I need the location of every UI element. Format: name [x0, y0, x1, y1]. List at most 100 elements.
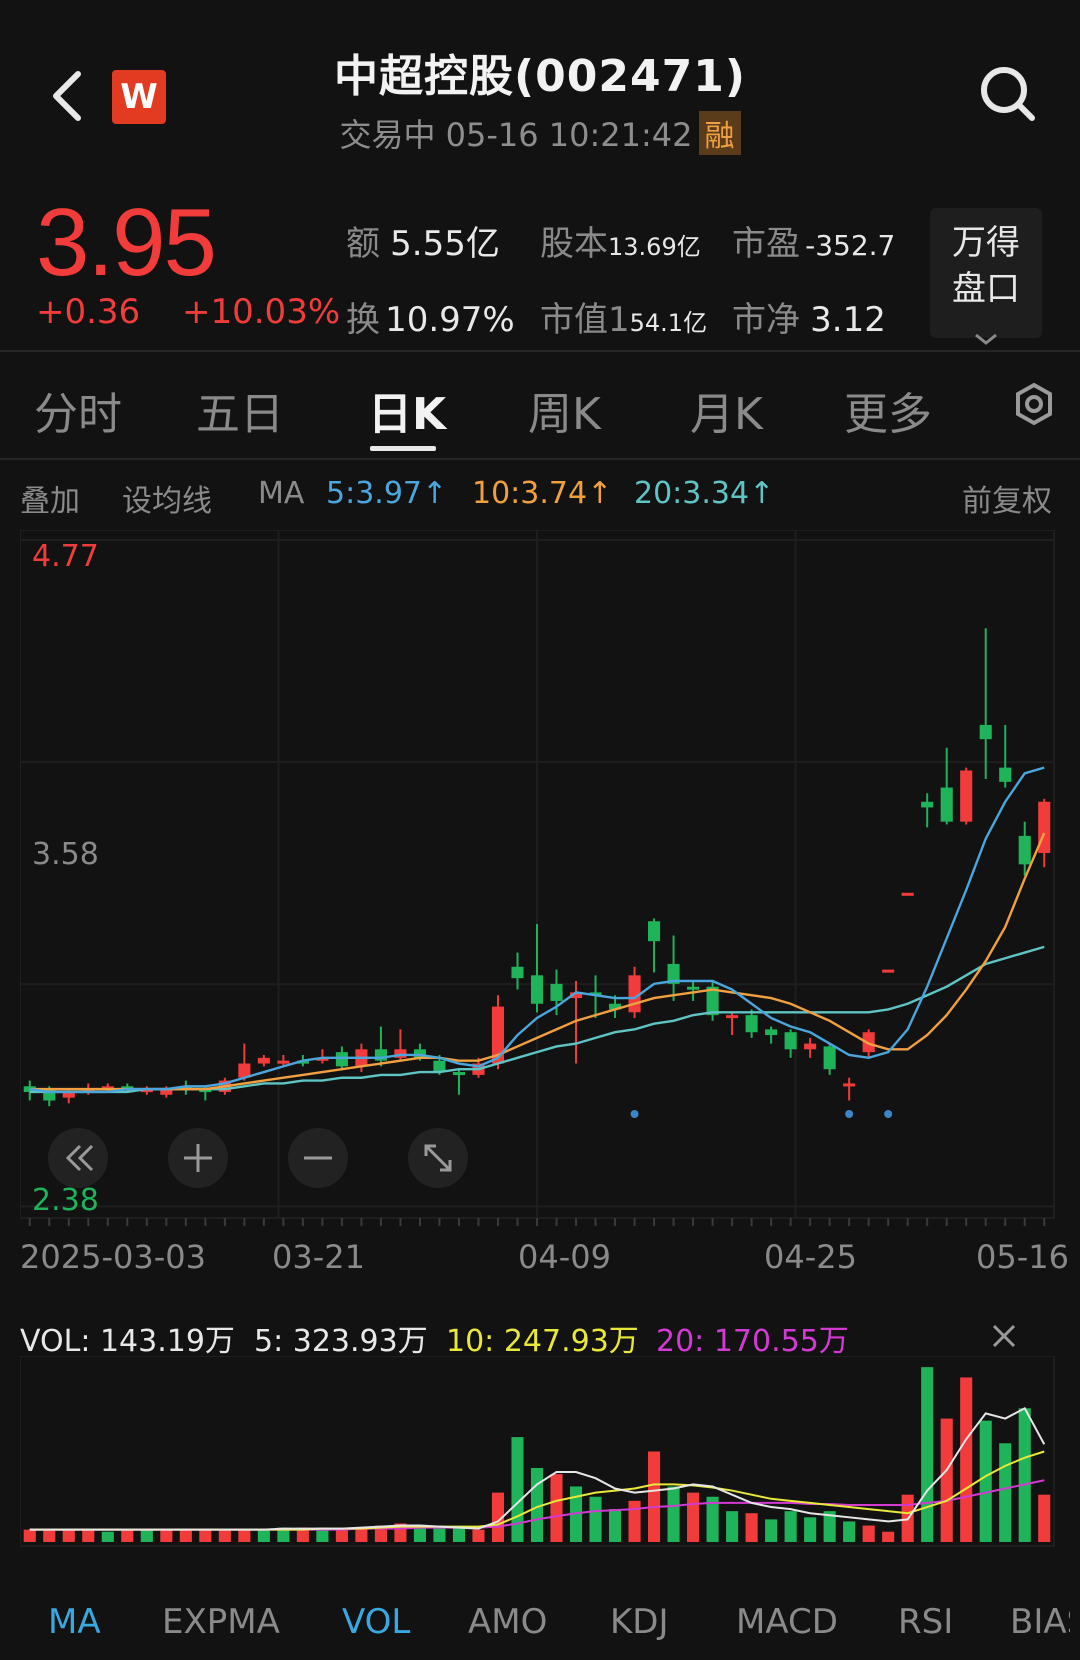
tab-daily-k[interactable]: 日K	[368, 378, 446, 442]
tab-weekly-k[interactable]: 周K	[528, 378, 601, 442]
candle-body	[921, 801, 934, 808]
indicator-tab-rsi[interactable]: RSI	[898, 1602, 953, 1642]
ma5-value: 5:3.97↑	[326, 476, 448, 511]
candle-body	[648, 921, 661, 942]
status-text: 交易中 05-16 10:21:42	[339, 116, 693, 154]
tab-monthly-k[interactable]: 月K	[690, 378, 763, 442]
candle-body	[784, 1032, 797, 1050]
candle-body	[999, 767, 1012, 782]
candle	[823, 1043, 836, 1075]
ma-label: MA	[258, 476, 305, 511]
candle-body	[530, 975, 544, 1004]
search-button[interactable]	[978, 64, 1038, 124]
x-label: 2025-03-03	[20, 1238, 206, 1276]
zoom-out-button[interactable]	[288, 1128, 348, 1188]
chevron-down-icon	[975, 333, 997, 345]
candle	[648, 918, 661, 973]
candle	[979, 628, 992, 779]
page-title: 中超控股(002471)	[334, 51, 746, 102]
volume-chart[interactable]	[20, 1356, 1062, 1548]
set-ma-button[interactable]: 设均线	[122, 476, 212, 520]
stat-pe: 市盈 -352.7	[732, 224, 896, 264]
y-max-label: 4.77	[32, 539, 99, 574]
candle-body	[726, 1015, 739, 1019]
indicator-tab-expma[interactable]: EXPMA	[162, 1602, 280, 1642]
candle	[901, 892, 914, 896]
last-price: 3.95	[36, 189, 217, 296]
candle-body	[960, 770, 973, 822]
active-tab-indicator	[370, 446, 436, 451]
rewind-icon	[65, 1144, 94, 1172]
indicator-tab-kdj[interactable]: KDJ	[610, 1602, 669, 1642]
indicator-tab-vol[interactable]: VOL	[342, 1602, 410, 1642]
volume-bar	[160, 1529, 173, 1542]
ma20-value: 20:3.34↑	[634, 476, 775, 511]
overlay-button[interactable]: 叠加	[20, 476, 80, 520]
volume-bar	[433, 1527, 446, 1542]
tab-intraday[interactable]: 分时	[34, 378, 122, 442]
indicator-tab-macd[interactable]: MACD	[736, 1602, 838, 1642]
close-volume-button[interactable]	[990, 1322, 1018, 1354]
volume-bar	[726, 1511, 739, 1542]
vol-ma10-value: 10: 247.93万	[446, 1324, 639, 1359]
indicator-tab-bias[interactable]: BIAS	[1010, 1602, 1070, 1642]
search-icon	[981, 67, 1035, 121]
tab-five-day[interactable]: 五日	[196, 378, 284, 442]
volume-bar	[765, 1519, 778, 1542]
expand-button[interactable]	[408, 1128, 468, 1188]
volume-bar	[608, 1509, 622, 1542]
volume-bar	[218, 1529, 231, 1542]
volume-bar	[472, 1529, 485, 1542]
candle-body	[687, 986, 700, 990]
tab-more[interactable]: 更多	[844, 378, 932, 442]
stat-amount: 额 5.55亿	[346, 224, 500, 264]
close-icon	[992, 1324, 1016, 1348]
volume-bar	[589, 1496, 602, 1542]
volume-bar	[413, 1527, 426, 1542]
signal-dot	[884, 1110, 893, 1118]
wind-orderbook-button[interactable]: 万得 盘口	[930, 208, 1042, 345]
volume-bar	[687, 1492, 700, 1542]
volume-bar	[179, 1529, 192, 1542]
candle	[745, 1009, 758, 1038]
adjust-mode-button[interactable]: 前复权	[962, 476, 1052, 520]
candle	[940, 747, 953, 825]
candle	[452, 1069, 466, 1095]
price-change-pct: +10.03%	[182, 292, 341, 332]
candle	[316, 1049, 329, 1064]
candle	[628, 966, 641, 1018]
volume-bar	[511, 1437, 524, 1542]
signal-dot	[845, 1110, 854, 1118]
rewind-button[interactable]	[48, 1128, 108, 1188]
stat-shares: 股本13.69亿	[540, 224, 701, 264]
volume-bar	[804, 1517, 817, 1542]
candle-body	[452, 1072, 466, 1076]
candle-body	[511, 966, 524, 979]
volume-bar	[1018, 1408, 1031, 1542]
x-label: 04-25	[764, 1238, 857, 1276]
volume-bar	[921, 1367, 934, 1542]
candle-body	[843, 1083, 856, 1087]
candlestick-chart[interactable]: 4.77 3.58 2.38	[20, 530, 1062, 1230]
volume-bar	[82, 1529, 95, 1542]
x-label: 05-16	[976, 1238, 1069, 1276]
volume-bar	[960, 1377, 973, 1542]
volume-bar	[140, 1529, 153, 1542]
indicator-tab-amo[interactable]: AMO	[468, 1602, 547, 1642]
volume-bar	[335, 1529, 348, 1542]
candle	[706, 981, 719, 1021]
chart-settings-button[interactable]	[1012, 382, 1056, 426]
candle-body	[277, 1060, 290, 1064]
vol-ma5-value: 5: 323.93万	[254, 1324, 428, 1359]
wande-label-2: 盘口	[952, 269, 1020, 309]
candle-body	[901, 892, 914, 896]
zoom-in-icon	[184, 1144, 212, 1172]
ma10-value: 10:3.74↑	[472, 476, 613, 511]
candle-body	[823, 1046, 836, 1070]
zoom-in-button[interactable]	[168, 1128, 228, 1188]
indicator-tab-ma[interactable]: MA	[48, 1602, 101, 1642]
volume-bar	[648, 1451, 661, 1542]
candle	[667, 935, 680, 1001]
candle-body	[550, 983, 563, 1001]
volume-bar	[784, 1511, 797, 1542]
